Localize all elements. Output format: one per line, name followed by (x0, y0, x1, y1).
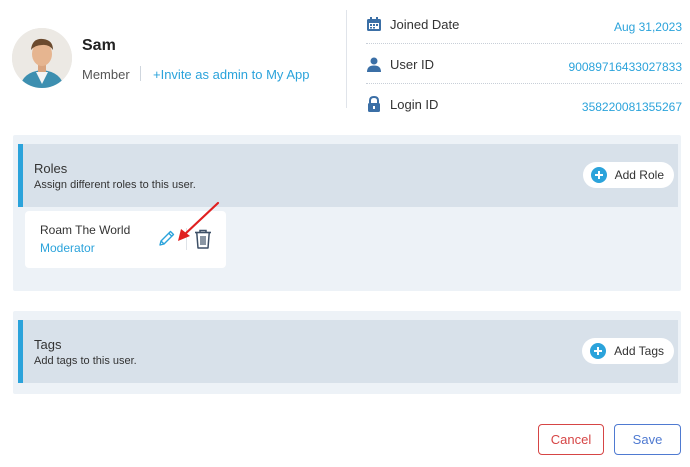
add-role-label: Add Role (614, 168, 664, 182)
vertical-divider (346, 10, 347, 108)
user-icon (367, 57, 381, 72)
login-id-label: Login ID (390, 97, 439, 112)
save-button[interactable]: Save (614, 424, 681, 455)
user-id-value: 90089716433027833 (568, 60, 682, 74)
roles-title: Roles (34, 161, 68, 176)
tags-section: Tags Add tags to this user. Add Tags (13, 311, 681, 394)
plus-circle-icon (590, 167, 607, 183)
joined-date-row: Joined Date Aug 31,2023 (366, 4, 682, 44)
add-tags-button[interactable]: Add Tags (582, 338, 674, 364)
role-app-name: Roam The World (40, 223, 131, 237)
tags-subtitle: Add tags to this user. (34, 355, 137, 367)
invite-admin-link[interactable]: +Invite as admin to My App (153, 67, 309, 82)
joined-date-value: Aug 31,2023 (613, 20, 682, 34)
roles-section: Roles Assign different roles to this use… (13, 135, 681, 291)
trash-icon (195, 229, 211, 249)
calendar-icon (367, 17, 381, 31)
roles-header: Roles Assign different roles to this use… (18, 144, 678, 207)
avatar-image (12, 28, 72, 88)
login-id-row: Login ID 358220081355267 (366, 84, 682, 124)
user-name: Sam (82, 37, 116, 54)
lock-icon (368, 96, 380, 112)
joined-date-label: Joined Date (390, 17, 460, 32)
header-separator (140, 66, 141, 81)
plus-circle-icon (590, 343, 607, 359)
card-action-separator (186, 228, 187, 250)
add-tags-label: Add Tags (614, 344, 664, 358)
pencil-icon (159, 230, 175, 246)
tags-title: Tags (34, 337, 62, 352)
delete-role-button[interactable] (193, 228, 213, 250)
cancel-button[interactable]: Cancel (538, 424, 604, 455)
edit-role-button[interactable] (157, 228, 177, 248)
avatar (12, 28, 72, 88)
user-id-row: User ID 90089716433027833 (366, 44, 682, 84)
role-card: Roam The World Moderator (25, 211, 226, 268)
add-role-button[interactable]: Add Role (582, 162, 674, 188)
login-id-value: 358220081355267 (581, 100, 682, 114)
role-type: Moderator (40, 241, 95, 255)
user-id-label: User ID (390, 57, 435, 72)
tags-header: Tags Add tags to this user. Add Tags (18, 320, 678, 383)
roles-subtitle: Assign different roles to this user. (34, 179, 196, 191)
user-role: Member (82, 67, 130, 82)
